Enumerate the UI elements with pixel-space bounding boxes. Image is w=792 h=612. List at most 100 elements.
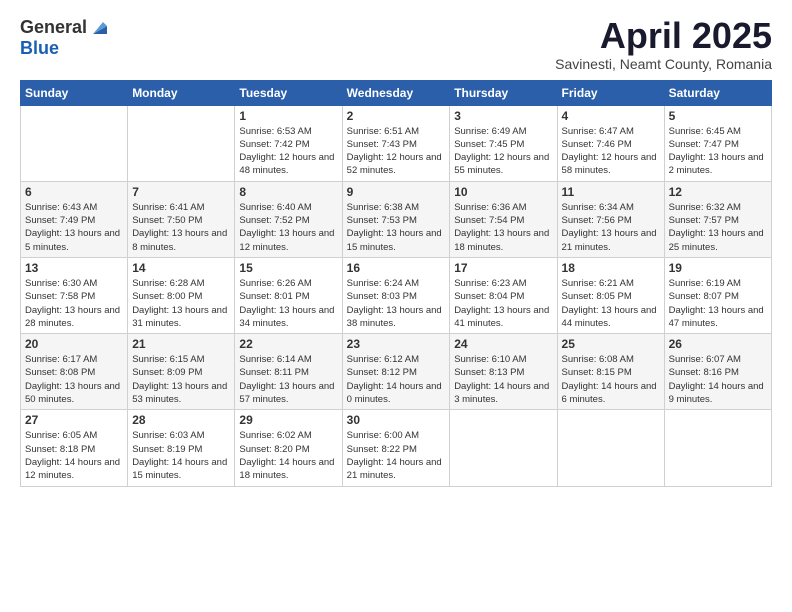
day-number: 14 xyxy=(132,261,230,275)
day-info: Sunrise: 6:32 AM Sunset: 7:57 PM Dayligh… xyxy=(669,201,767,254)
header: General Blue April 2025 Savinesti, Neamt… xyxy=(20,16,772,72)
day-info: Sunrise: 6:12 AM Sunset: 8:12 PM Dayligh… xyxy=(347,353,446,406)
day-cell: 17 Sunrise: 6:23 AM Sunset: 8:04 PM Dayli… xyxy=(450,257,557,333)
week-row-0: 1 Sunrise: 6:53 AM Sunset: 7:42 PM Daylig… xyxy=(21,105,772,181)
day-info: Sunrise: 6:30 AM Sunset: 7:58 PM Dayligh… xyxy=(25,277,123,330)
day-cell xyxy=(664,410,771,486)
page: General Blue April 2025 Savinesti, Neamt… xyxy=(0,0,792,612)
week-row-3: 20Sunrise: 6:17 AM Sunset: 8:08 PM Dayli… xyxy=(21,334,772,410)
day-cell: 13 Sunrise: 6:30 AM Sunset: 7:58 PM Dayli… xyxy=(21,257,128,333)
day-cell: 6 Sunrise: 6:43 AM Sunset: 7:49 PM Daylig… xyxy=(21,181,128,257)
day-info: Sunrise: 6:47 AM Sunset: 7:46 PM Dayligh… xyxy=(562,125,660,178)
header-wednesday: Wednesday xyxy=(342,80,450,105)
day-info: Sunrise: 6:49 AM Sunset: 7:45 PM Dayligh… xyxy=(454,125,552,178)
day-cell: 7Sunrise: 6:41 AM Sunset: 7:50 PM Daylig… xyxy=(128,181,235,257)
calendar-header-row: Sunday Monday Tuesday Wednesday Thursday… xyxy=(21,80,772,105)
day-cell: 27 Sunrise: 6:05 AM Sunset: 8:18 PM Dayli… xyxy=(21,410,128,486)
day-cell: 14 Sunrise: 6:28 AM Sunset: 8:00 PM Dayli… xyxy=(128,257,235,333)
day-info: Sunrise: 6:23 AM Sunset: 8:04 PM Dayligh… xyxy=(454,277,552,330)
day-info: Sunrise: 6:40 AM Sunset: 7:52 PM Dayligh… xyxy=(239,201,337,254)
day-cell: 18Sunrise: 6:21 AM Sunset: 8:05 PM Dayli… xyxy=(557,257,664,333)
day-info: Sunrise: 6:28 AM Sunset: 8:00 PM Dayligh… xyxy=(132,277,230,330)
day-info: Sunrise: 6:07 AM Sunset: 8:16 PM Dayligh… xyxy=(669,353,767,406)
day-cell: 29Sunrise: 6:02 AM Sunset: 8:20 PM Dayli… xyxy=(235,410,342,486)
header-monday: Monday xyxy=(128,80,235,105)
logo-blue: Blue xyxy=(20,38,59,59)
week-row-1: 6 Sunrise: 6:43 AM Sunset: 7:49 PM Daylig… xyxy=(21,181,772,257)
day-info: Sunrise: 6:53 AM Sunset: 7:42 PM Dayligh… xyxy=(239,125,337,178)
day-info: Sunrise: 6:45 AM Sunset: 7:47 PM Dayligh… xyxy=(669,125,767,178)
month-title: April 2025 xyxy=(555,16,772,56)
day-info: Sunrise: 6:14 AM Sunset: 8:11 PM Dayligh… xyxy=(239,353,337,406)
day-cell xyxy=(21,105,128,181)
day-info: Sunrise: 6:08 AM Sunset: 8:15 PM Dayligh… xyxy=(562,353,660,406)
day-cell: 8Sunrise: 6:40 AM Sunset: 7:52 PM Daylig… xyxy=(235,181,342,257)
day-info: Sunrise: 6:38 AM Sunset: 7:53 PM Dayligh… xyxy=(347,201,446,254)
day-number: 27 xyxy=(25,413,123,427)
day-number: 15 xyxy=(239,261,337,275)
day-number: 13 xyxy=(25,261,123,275)
day-cell: 9 Sunrise: 6:38 AM Sunset: 7:53 PM Daylig… xyxy=(342,181,450,257)
day-info: Sunrise: 6:15 AM Sunset: 8:09 PM Dayligh… xyxy=(132,353,230,406)
header-friday: Friday xyxy=(557,80,664,105)
header-sunday: Sunday xyxy=(21,80,128,105)
day-number: 12 xyxy=(669,185,767,199)
day-number: 30 xyxy=(347,413,446,427)
day-number: 28 xyxy=(132,413,230,427)
day-number: 4 xyxy=(562,109,660,123)
day-info: Sunrise: 6:34 AM Sunset: 7:56 PM Dayligh… xyxy=(562,201,660,254)
day-number: 2 xyxy=(347,109,446,123)
logo: General Blue xyxy=(20,16,111,59)
day-cell: 30 Sunrise: 6:00 AM Sunset: 8:22 PM Dayli… xyxy=(342,410,450,486)
day-cell: 21 Sunrise: 6:15 AM Sunset: 8:09 PM Dayli… xyxy=(128,334,235,410)
day-info: Sunrise: 6:00 AM Sunset: 8:22 PM Dayligh… xyxy=(347,429,446,482)
day-cell: 24 Sunrise: 6:10 AM Sunset: 8:13 PM Dayli… xyxy=(450,334,557,410)
day-info: Sunrise: 6:03 AM Sunset: 8:19 PM Dayligh… xyxy=(132,429,230,482)
day-cell xyxy=(450,410,557,486)
day-info: Sunrise: 6:19 AM Sunset: 8:07 PM Dayligh… xyxy=(669,277,767,330)
day-cell: 10Sunrise: 6:36 AM Sunset: 7:54 PM Dayli… xyxy=(450,181,557,257)
day-number: 1 xyxy=(239,109,337,123)
day-number: 19 xyxy=(669,261,767,275)
day-number: 21 xyxy=(132,337,230,351)
day-number: 5 xyxy=(669,109,767,123)
day-info: Sunrise: 6:10 AM Sunset: 8:13 PM Dayligh… xyxy=(454,353,552,406)
day-cell: 19 Sunrise: 6:19 AM Sunset: 8:07 PM Dayli… xyxy=(664,257,771,333)
day-info: Sunrise: 6:02 AM Sunset: 8:20 PM Dayligh… xyxy=(239,429,337,482)
day-info: Sunrise: 6:41 AM Sunset: 7:50 PM Dayligh… xyxy=(132,201,230,254)
week-row-4: 27 Sunrise: 6:05 AM Sunset: 8:18 PM Dayli… xyxy=(21,410,772,486)
day-cell: 20Sunrise: 6:17 AM Sunset: 8:08 PM Dayli… xyxy=(21,334,128,410)
logo-general: General xyxy=(20,17,87,38)
logo-icon xyxy=(89,16,111,38)
day-number: 6 xyxy=(25,185,123,199)
day-info: Sunrise: 6:24 AM Sunset: 8:03 PM Dayligh… xyxy=(347,277,446,330)
day-cell: 15 Sunrise: 6:26 AM Sunset: 8:01 PM Dayli… xyxy=(235,257,342,333)
day-number: 3 xyxy=(454,109,552,123)
subtitle: Savinesti, Neamt County, Romania xyxy=(555,56,772,72)
day-cell: 16Sunrise: 6:24 AM Sunset: 8:03 PM Dayli… xyxy=(342,257,450,333)
week-row-2: 13 Sunrise: 6:30 AM Sunset: 7:58 PM Dayli… xyxy=(21,257,772,333)
day-cell: 25 Sunrise: 6:08 AM Sunset: 8:15 PM Dayli… xyxy=(557,334,664,410)
day-number: 17 xyxy=(454,261,552,275)
day-cell: 5 Sunrise: 6:45 AM Sunset: 7:47 PM Daylig… xyxy=(664,105,771,181)
day-number: 11 xyxy=(562,185,660,199)
day-number: 25 xyxy=(562,337,660,351)
day-cell: 3 Sunrise: 6:49 AM Sunset: 7:45 PM Daylig… xyxy=(450,105,557,181)
header-saturday: Saturday xyxy=(664,80,771,105)
day-cell: 4 Sunrise: 6:47 AM Sunset: 7:46 PM Daylig… xyxy=(557,105,664,181)
header-thursday: Thursday xyxy=(450,80,557,105)
day-info: Sunrise: 6:05 AM Sunset: 8:18 PM Dayligh… xyxy=(25,429,123,482)
day-number: 10 xyxy=(454,185,552,199)
day-number: 20 xyxy=(25,337,123,351)
day-number: 22 xyxy=(239,337,337,351)
day-cell: 26Sunrise: 6:07 AM Sunset: 8:16 PM Dayli… xyxy=(664,334,771,410)
day-info: Sunrise: 6:43 AM Sunset: 7:49 PM Dayligh… xyxy=(25,201,123,254)
day-number: 9 xyxy=(347,185,446,199)
day-info: Sunrise: 6:26 AM Sunset: 8:01 PM Dayligh… xyxy=(239,277,337,330)
title-block: April 2025 Savinesti, Neamt County, Roma… xyxy=(555,16,772,72)
day-number: 24 xyxy=(454,337,552,351)
day-cell: 2Sunrise: 6:51 AM Sunset: 7:43 PM Daylig… xyxy=(342,105,450,181)
day-cell: 11 Sunrise: 6:34 AM Sunset: 7:56 PM Dayli… xyxy=(557,181,664,257)
day-cell: 12 Sunrise: 6:32 AM Sunset: 7:57 PM Dayli… xyxy=(664,181,771,257)
day-cell xyxy=(128,105,235,181)
